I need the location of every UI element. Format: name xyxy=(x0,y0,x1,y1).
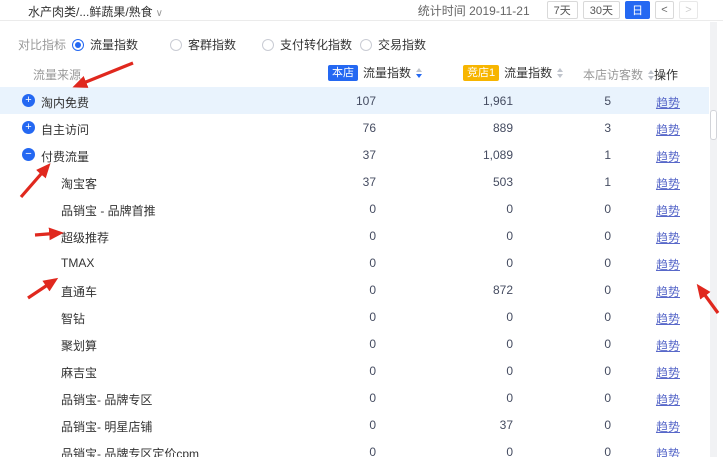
traffic-source-label: 超级推荐 xyxy=(61,229,109,246)
table-row[interactable]: 品销宝- 明星店铺 0 37 0 趋势 xyxy=(0,411,709,438)
table-row[interactable]: TMAX 0 0 0 趋势 xyxy=(0,249,709,276)
visitors-value: 0 xyxy=(551,364,611,378)
trend-link[interactable]: 趋势 xyxy=(650,202,686,219)
comp-index-value: 0 xyxy=(413,256,513,270)
own-index-value: 0 xyxy=(296,256,376,270)
comp-index-value: 889 xyxy=(413,121,513,135)
visitors-value: 0 xyxy=(551,337,611,351)
trend-link[interactable]: 趋势 xyxy=(650,94,686,111)
traffic-source-label: 直通车 xyxy=(61,283,97,300)
scrollbar-track[interactable] xyxy=(710,22,717,457)
traffic-source-label: 付费流量 xyxy=(41,148,89,165)
table-row[interactable]: 超级推荐 0 0 0 趋势 xyxy=(0,222,709,249)
table-row[interactable]: + 淘内免费 107 1,961 5 趋势 xyxy=(0,87,709,114)
traffic-source-label: 品销宝- 明星店铺 xyxy=(61,418,152,435)
own-index-value: 0 xyxy=(296,229,376,243)
scrollbar-thumb[interactable] xyxy=(710,110,717,140)
comp-index-value: 0 xyxy=(413,391,513,405)
traffic-source-label: 品销宝 - 品牌首推 xyxy=(61,202,156,219)
table-row[interactable]: 聚划算 0 0 0 趋势 xyxy=(0,330,709,357)
visitors-value: 0 xyxy=(551,202,611,216)
table-row[interactable]: 品销宝- 品牌专区 0 0 0 趋势 xyxy=(0,384,709,411)
visitors-value: 0 xyxy=(551,418,611,432)
traffic-source-label: 品销宝- 品牌专区定价cpm xyxy=(61,445,199,457)
comp-index-value: 503 xyxy=(413,175,513,189)
trend-link[interactable]: 趋势 xyxy=(650,121,686,138)
own-index-value: 0 xyxy=(296,283,376,297)
comp-index-value: 1,961 xyxy=(413,94,513,108)
traffic-source-label: TMAX xyxy=(61,256,94,270)
own-index-value: 76 xyxy=(296,121,376,135)
trend-link[interactable]: 趋势 xyxy=(650,256,686,273)
visitors-value: 0 xyxy=(551,391,611,405)
own-index-value: 107 xyxy=(296,94,376,108)
visitors-value: 1 xyxy=(551,175,611,189)
visitors-value: 0 xyxy=(551,283,611,297)
table-row[interactable]: 直通车 0 872 0 趋势 xyxy=(0,276,709,303)
own-index-value: 0 xyxy=(296,391,376,405)
comp-index-value: 0 xyxy=(413,337,513,351)
own-index-value: 37 xyxy=(296,175,376,189)
traffic-source-label: 智钻 xyxy=(61,310,85,327)
trend-link[interactable]: 趋势 xyxy=(650,418,686,435)
table-row[interactable]: 品销宝- 品牌专区定价cpm 0 0 0 趋势 xyxy=(0,438,709,457)
trend-link[interactable]: 趋势 xyxy=(650,337,686,354)
trend-link[interactable]: 趋势 xyxy=(650,148,686,165)
comp-index-value: 0 xyxy=(413,202,513,216)
visitors-value: 0 xyxy=(551,256,611,270)
traffic-source-label: 品销宝- 品牌专区 xyxy=(61,391,152,408)
visitors-value: 3 xyxy=(551,121,611,135)
table-row[interactable]: + 自主访问 76 889 3 趋势 xyxy=(0,114,709,141)
comp-index-value: 0 xyxy=(413,364,513,378)
visitors-value: 0 xyxy=(551,229,611,243)
own-index-value: 0 xyxy=(296,364,376,378)
traffic-source-label: 淘内免费 xyxy=(41,94,89,111)
own-index-value: 0 xyxy=(296,418,376,432)
own-index-value: 0 xyxy=(296,202,376,216)
trend-link[interactable]: 趋势 xyxy=(650,283,686,300)
comp-index-value: 0 xyxy=(413,229,513,243)
visitors-value: 0 xyxy=(551,445,611,457)
trend-link[interactable]: 趋势 xyxy=(650,175,686,192)
visitors-value: 5 xyxy=(551,94,611,108)
traffic-source-label: 麻吉宝 xyxy=(61,364,97,381)
trend-link[interactable]: 趋势 xyxy=(650,364,686,381)
trend-link[interactable]: 趋势 xyxy=(650,310,686,327)
table-row[interactable]: 品销宝 - 品牌首推 0 0 0 趋势 xyxy=(0,195,709,222)
comp-index-value: 0 xyxy=(413,445,513,457)
plus-expand-icon[interactable]: + xyxy=(22,121,35,134)
comp-index-value: 0 xyxy=(413,310,513,324)
table-row[interactable]: − 付费流量 37 1,089 1 趋势 xyxy=(0,141,709,168)
traffic-source-dashboard: 水产肉类/...鲜蔬果/熟食∨ 统计时间 2019-11-21 7天 30天 日… xyxy=(0,0,723,457)
visitors-value: 0 xyxy=(551,310,611,324)
comp-index-value: 1,089 xyxy=(413,148,513,162)
trend-link[interactable]: 趋势 xyxy=(650,391,686,408)
table-row[interactable]: 淘宝客 37 503 1 趋势 xyxy=(0,168,709,195)
own-index-value: 0 xyxy=(296,310,376,324)
comp-index-value: 37 xyxy=(413,418,513,432)
traffic-source-label: 自主访问 xyxy=(41,121,89,138)
trend-link[interactable]: 趋势 xyxy=(650,229,686,246)
comp-index-value: 872 xyxy=(413,283,513,297)
own-index-value: 0 xyxy=(296,337,376,351)
traffic-source-label: 聚划算 xyxy=(61,337,97,354)
table-row[interactable]: 麻吉宝 0 0 0 趋势 xyxy=(0,357,709,384)
trend-link[interactable]: 趋势 xyxy=(650,445,686,457)
visitors-value: 1 xyxy=(551,148,611,162)
traffic-source-label: 淘宝客 xyxy=(61,175,97,192)
table-body: + 淘内免费 107 1,961 5 趋势 + 自主访问 76 889 3 趋势… xyxy=(0,0,723,457)
own-index-value: 37 xyxy=(296,148,376,162)
plus-expand-icon[interactable]: + xyxy=(22,94,35,107)
minus-expand-icon[interactable]: − xyxy=(22,148,35,161)
table-row[interactable]: 智钻 0 0 0 趋势 xyxy=(0,303,709,330)
own-index-value: 0 xyxy=(296,445,376,457)
